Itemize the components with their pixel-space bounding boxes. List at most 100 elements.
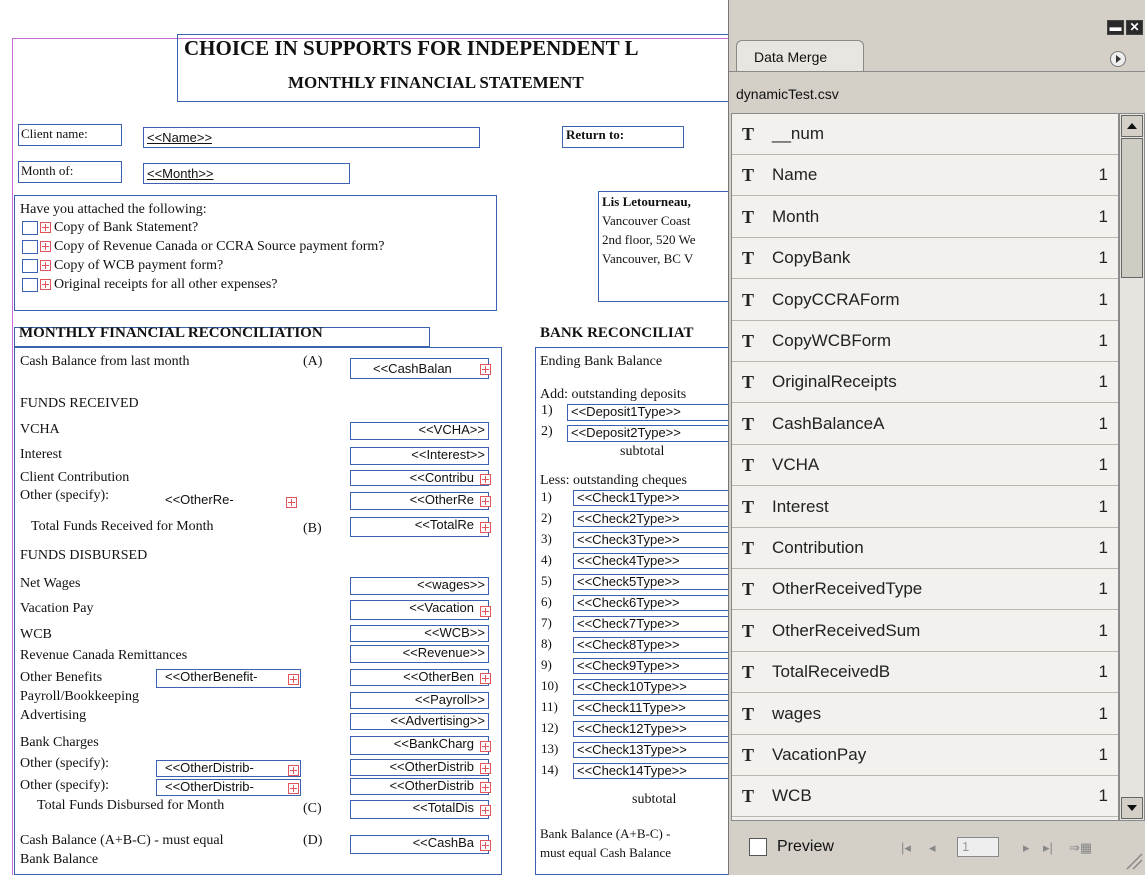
field-list-item[interactable]: T WCB 1 [732, 776, 1118, 818]
cheque-number: 8) [541, 636, 552, 651]
bank-charges-field[interactable]: <<BankCharg [350, 736, 489, 755]
field-name: Contribution [772, 538, 864, 557]
cheque-field[interactable]: <<Check10Type>> [573, 679, 737, 695]
next-record-icon[interactable]: ▸ [1023, 840, 1030, 856]
total-received-field[interactable]: <<TotalRe [350, 517, 489, 537]
contribution-label: Client Contribution [20, 470, 130, 485]
contribution-field[interactable]: <<Contribu [350, 470, 489, 486]
scroll-thumb[interactable] [1121, 138, 1143, 278]
resize-grip-icon[interactable] [1123, 850, 1143, 870]
attachment-checkbox[interactable] [22, 259, 38, 273]
field-name: Month [772, 206, 820, 226]
field-list-item[interactable]: T __num [732, 114, 1118, 155]
cheque-field[interactable]: <<Check6Type>> [573, 595, 737, 611]
address-line: Vancouver, BC V [602, 251, 694, 266]
last-record-icon[interactable]: ▸| [1043, 840, 1053, 856]
cheque-field[interactable]: <<Check13Type>> [573, 742, 737, 758]
attachment-checkbox[interactable] [22, 278, 38, 292]
other-distrib-type-field-2[interactable]: <<OtherDistrib- [156, 779, 301, 796]
field-list-item[interactable]: T CopyWCBForm 1 [732, 321, 1118, 362]
ending-bank-balance-label: Ending Bank Balance [540, 354, 663, 369]
cash-last-month-label: Cash Balance from last month [20, 354, 190, 369]
cheque-field[interactable]: <<Check14Type>> [573, 763, 737, 779]
cheque-field[interactable]: <<Check2Type>> [573, 511, 737, 527]
other-benefits-type-field[interactable]: <<OtherBenefit- [156, 669, 301, 688]
create-merged-document-icon[interactable]: ⇒▦ [1069, 840, 1092, 856]
field-list-item[interactable]: T OtherReceivedType 1 [732, 569, 1118, 611]
interest-field[interactable]: <<Interest>> [350, 447, 489, 465]
close-icon[interactable]: ✕ [1126, 20, 1143, 35]
client-name-label: Client name: [21, 126, 88, 141]
overset-plus-icon [480, 805, 491, 816]
other-distrib-field-2[interactable]: <<OtherDistrib [350, 778, 489, 795]
arrow-up-icon [1127, 123, 1137, 129]
cheque-field[interactable]: <<Check7Type>> [573, 616, 737, 632]
cheque-field[interactable]: <<Check1Type>> [573, 490, 737, 506]
cheque-field[interactable]: <<Check5Type>> [573, 574, 737, 590]
month-field[interactable]: <<Month>> [143, 163, 350, 184]
cheque-number: 4) [541, 552, 552, 567]
revenue-field[interactable]: <<Revenue>> [350, 645, 489, 663]
cash-balance-field[interactable]: <<CashBa [350, 835, 489, 854]
scroll-up-button[interactable] [1121, 115, 1143, 137]
label-d: (D) [303, 833, 323, 848]
record-number-field[interactable]: 1 [957, 837, 999, 857]
panel-titlebar[interactable] [729, 0, 1145, 40]
first-record-icon[interactable]: |◂ [901, 840, 911, 856]
payroll-field[interactable]: <<Payroll>> [350, 692, 489, 709]
tab-data-merge[interactable]: Data Merge [736, 40, 864, 72]
field-list-item[interactable]: T OtherReceivedSum 1 [732, 611, 1118, 652]
advertising-field[interactable]: <<Advertising>> [350, 713, 489, 730]
overset-plus-icon [480, 474, 491, 485]
field-list-item[interactable]: T CopyBank 1 [732, 238, 1118, 280]
cash-last-month-field[interactable]: <<CashBalan [350, 358, 489, 379]
attachment-checkbox[interactable] [22, 240, 38, 254]
other-benefits-field[interactable]: <<OtherBen [350, 669, 489, 686]
advertising-label: Advertising [20, 708, 87, 723]
cheque-field[interactable]: <<Check4Type>> [573, 553, 737, 569]
field-list-item[interactable]: T Month 1 [732, 197, 1118, 238]
deposit-field[interactable]: <<Deposit2Type>> [567, 425, 737, 442]
deposit-field[interactable]: <<Deposit1Type>> [567, 404, 737, 421]
client-name-field[interactable]: <<Name>> [143, 127, 480, 148]
field-list-item[interactable]: T VacationPay 1 [732, 735, 1118, 776]
panel-menu-icon[interactable] [1110, 51, 1126, 67]
field-list-item[interactable]: T CopyCCRAForm 1 [732, 280, 1118, 321]
field-list-item[interactable]: T Interest 1 [732, 487, 1118, 528]
cheque-field[interactable]: <<Check3Type>> [573, 532, 737, 548]
cheque-field[interactable]: <<Check9Type>> [573, 658, 737, 674]
other-received-type-field[interactable]: <<OtherRe- [156, 492, 301, 510]
total-disbursed-field[interactable]: <<TotalDis [350, 800, 489, 819]
field-list-scrollbar[interactable] [1119, 113, 1145, 821]
label-a: (A) [303, 354, 323, 369]
preview-checkbox[interactable] [749, 838, 767, 856]
net-wages-field[interactable]: <<wages>> [350, 577, 489, 595]
field-count: 1 [1098, 579, 1108, 599]
field-list-item[interactable]: T VCHA 1 [732, 445, 1118, 487]
cheque-field[interactable]: <<Check11Type>> [573, 700, 737, 716]
field-count: 1 [1098, 786, 1108, 806]
field-name: VacationPay [772, 745, 867, 764]
field-list-item[interactable]: T CashBalanceA 1 [732, 404, 1118, 445]
vcha-field[interactable]: <<VCHA>> [350, 422, 489, 440]
document-area: CHOICE IN SUPPORTS FOR INDEPENDENT L MON… [0, 0, 738, 875]
attachment-item-label: Original receipts for all other expenses… [54, 277, 278, 292]
field-list-item[interactable]: T OriginalReceipts 1 [732, 362, 1118, 404]
attachment-checkbox[interactable] [22, 221, 38, 235]
minimize-icon[interactable]: ▬ [1107, 20, 1124, 35]
vacation-pay-field[interactable]: <<Vacation [350, 600, 489, 620]
cash-balance-label: Cash Balance (A+B-C) - must equal [20, 833, 224, 848]
cheque-field[interactable]: <<Check12Type>> [573, 721, 737, 737]
cheque-field[interactable]: <<Check8Type>> [573, 637, 737, 653]
field-list-item[interactable]: T Contribution 1 [732, 528, 1118, 569]
field-count: 1 [1098, 620, 1108, 640]
wcb-field[interactable]: <<WCB>> [350, 625, 489, 642]
other-received-sum-field[interactable]: <<OtherRe [350, 492, 489, 510]
field-list-item[interactable]: Twages 1 [732, 694, 1118, 735]
other-distrib-type-field-1[interactable]: <<OtherDistrib- [156, 760, 301, 777]
scroll-down-button[interactable] [1121, 797, 1143, 819]
previous-record-icon[interactable]: ◂ [929, 840, 936, 856]
other-distrib-field-1[interactable]: <<OtherDistrib [350, 759, 489, 776]
field-list-item[interactable]: T TotalReceivedB 1 [732, 652, 1118, 694]
field-list-item[interactable]: T Name 1 [732, 155, 1118, 197]
